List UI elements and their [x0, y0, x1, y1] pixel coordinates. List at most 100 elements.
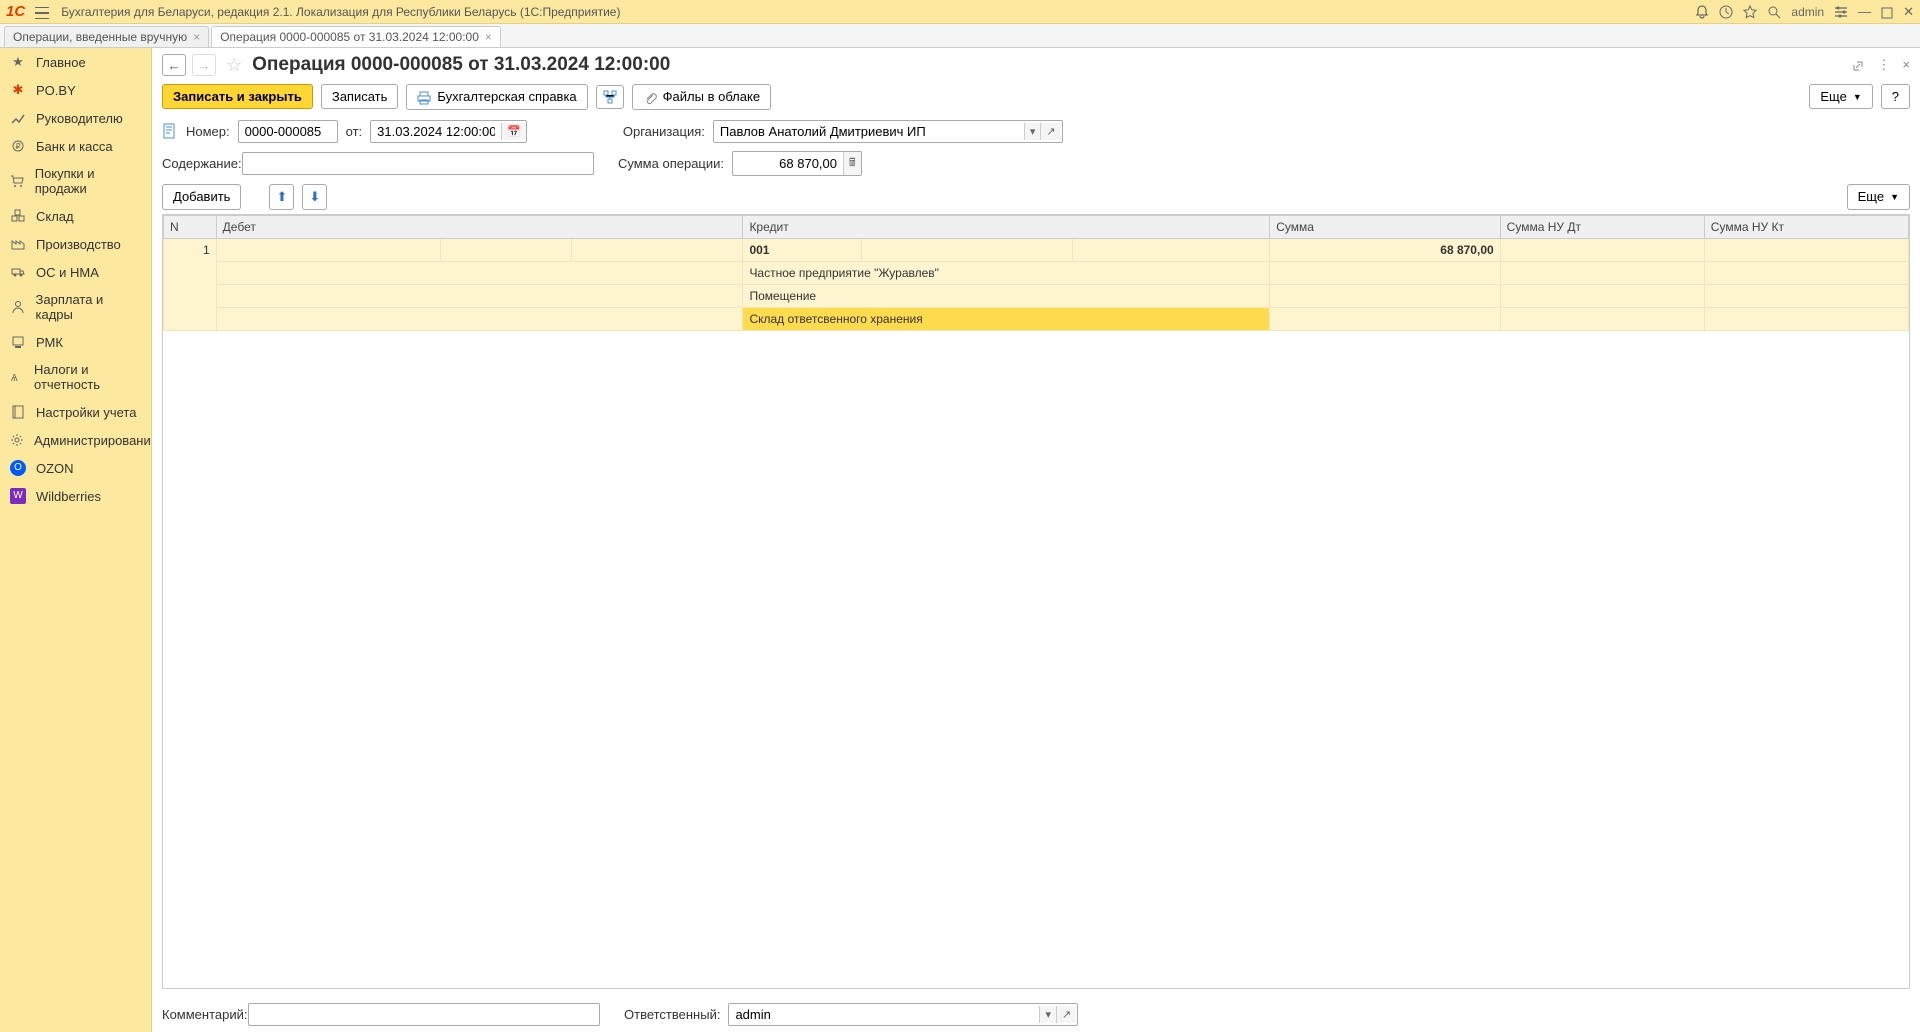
sidebar-item-salary[interactable]: Зарплата и кадры [0, 286, 151, 328]
table-row[interactable]: 1 001 68 870,00 [164, 238, 1909, 261]
sidebar-item-pos[interactable]: РМК [0, 328, 151, 356]
content-input[interactable] [242, 152, 594, 175]
cell-debit-sub2[interactable] [216, 284, 743, 307]
cell-credit-account[interactable]: 001 [743, 238, 862, 261]
star-icon[interactable] [1743, 4, 1757, 20]
cell[interactable] [1704, 284, 1908, 307]
sidebar-item-taxes[interactable]: Ѧ Налоги и отчетность [0, 356, 151, 398]
org-input-wrap: ▾ ↗ [713, 120, 1063, 143]
sidebar-item-wb[interactable]: W Wildberries [0, 482, 151, 510]
number-label: Номер: [186, 124, 230, 139]
help-button[interactable]: ? [1881, 84, 1910, 109]
cell-sum-nu-kt[interactable] [1704, 238, 1908, 261]
dropdown-icon[interactable]: ▾ [1039, 1006, 1056, 1023]
search-icon[interactable] [1767, 4, 1781, 20]
cell-credit-sub2[interactable] [1072, 238, 1270, 261]
cell-debit-sub2[interactable] [572, 238, 743, 261]
history-icon[interactable] [1719, 4, 1733, 20]
col-sum-nu-kt[interactable]: Сумма НУ Кт [1704, 215, 1908, 238]
sidebar-item-main[interactable]: ★ Главное [0, 48, 151, 76]
col-sum-nu-dt[interactable]: Сумма НУ Дт [1500, 215, 1704, 238]
cell[interactable] [1500, 261, 1704, 284]
cell[interactable] [1270, 284, 1500, 307]
sidebar-item-ozon[interactable]: О OZON [0, 454, 151, 482]
sidebar-item-manager[interactable]: Руководителю [0, 104, 151, 132]
cell[interactable] [1270, 261, 1500, 284]
favorite-icon[interactable]: ☆ [226, 55, 242, 76]
more-button[interactable]: Еще ▼ [1809, 84, 1872, 109]
save-close-button[interactable]: Записать и закрыть [162, 84, 313, 109]
save-button[interactable]: Записать [321, 84, 399, 109]
col-n[interactable]: N [164, 215, 217, 238]
sidebar-item-admin[interactable]: Администрирование [0, 426, 151, 454]
close-icon[interactable]: × [1902, 57, 1910, 73]
cell-credit-sub3[interactable]: Склад ответсвенного хранения [743, 307, 1270, 330]
col-sum[interactable]: Сумма [1270, 215, 1500, 238]
maximize-icon[interactable] [1881, 4, 1893, 19]
sidebar-item-label: PO.BY [36, 83, 76, 98]
minimize-icon[interactable]: — [1858, 4, 1871, 19]
back-button[interactable]: ← [162, 54, 186, 76]
comment-input[interactable] [248, 1003, 600, 1026]
table-more-button[interactable]: Еще ▼ [1847, 184, 1910, 210]
cell-n[interactable]: 1 [164, 238, 217, 330]
bell-icon[interactable] [1695, 4, 1709, 20]
cell[interactable] [1704, 307, 1908, 330]
close-icon[interactable]: × [485, 30, 492, 44]
open-icon[interactable]: ↗ [1056, 1006, 1076, 1023]
table-row[interactable]: Помещение [164, 284, 1909, 307]
tab-operations[interactable]: Операции, введенные вручную × [4, 26, 209, 47]
sidebar-item-label: Настройки учета [36, 405, 136, 420]
cell[interactable] [1704, 261, 1908, 284]
open-icon[interactable]: ↗ [1040, 123, 1060, 140]
sidebar-item-poby[interactable]: ✱ PO.BY [0, 76, 151, 104]
col-debit[interactable]: Дебет [216, 215, 743, 238]
username[interactable]: admin [1791, 5, 1824, 19]
tab-operation-current[interactable]: Операция 0000-000085 от 31.03.2024 12:00… [211, 26, 501, 47]
tree-button[interactable] [596, 85, 624, 109]
close-icon[interactable]: × [193, 30, 200, 44]
settings-icon[interactable] [1834, 4, 1848, 20]
number-input[interactable] [238, 120, 338, 143]
accounting-ref-button[interactable]: Бухгалтерская справка [406, 84, 587, 110]
forward-button[interactable]: → [192, 54, 216, 76]
close-app-icon[interactable]: ✕ [1903, 4, 1914, 20]
sidebar-item-production[interactable]: Производство [0, 230, 151, 258]
move-up-button[interactable]: ⬆ [269, 184, 294, 210]
col-credit[interactable]: Кредит [743, 215, 1270, 238]
sidebar-item-warehouse[interactable]: Склад [0, 202, 151, 230]
files-button[interactable]: Файлы в облаке [632, 84, 771, 110]
sidebar-item-label: Wildberries [36, 489, 101, 504]
link-icon[interactable] [1851, 57, 1865, 73]
sidebar-item-bank[interactable]: ₽ Банк и касса [0, 132, 151, 160]
dropdown-icon[interactable]: ▾ [1024, 123, 1041, 140]
sum-input[interactable] [733, 153, 843, 174]
calendar-icon[interactable]: 📅 [501, 123, 526, 140]
cell[interactable] [1270, 307, 1500, 330]
date-input[interactable] [371, 121, 501, 142]
cell-credit-sub2[interactable]: Помещение [743, 284, 1270, 307]
cell-debit-sub[interactable] [440, 238, 572, 261]
cell-debit-sub1[interactable] [216, 261, 743, 284]
responsible-input[interactable] [729, 1004, 1039, 1025]
calculator-icon[interactable]: 🖩 [843, 152, 861, 175]
cell-sum-nu-dt[interactable] [1500, 238, 1704, 261]
app-title: Бухгалтерия для Беларуси, редакция 2.1. … [61, 5, 1685, 19]
cell-credit-sub1[interactable]: Частное предприятие "Журавлев" [743, 261, 1270, 284]
cell-debit-account[interactable] [216, 238, 440, 261]
cell[interactable] [1500, 284, 1704, 307]
cell-debit-sub3[interactable] [216, 307, 743, 330]
more-icon[interactable]: ⋮ [1877, 57, 1890, 73]
sidebar-item-sales[interactable]: Покупки и продажи [0, 160, 151, 202]
menu-icon[interactable] [35, 4, 51, 19]
move-down-button[interactable]: ⬇ [302, 184, 327, 210]
cell-sum[interactable]: 68 870,00 [1270, 238, 1500, 261]
sidebar-item-settings[interactable]: Настройки учета [0, 398, 151, 426]
cell[interactable] [1500, 307, 1704, 330]
add-button[interactable]: Добавить [162, 184, 241, 210]
cell-credit-sub[interactable] [861, 238, 1072, 261]
table-row[interactable]: Частное предприятие "Журавлев" [164, 261, 1909, 284]
table-row[interactable]: Склад ответсвенного хранения [164, 307, 1909, 330]
org-input[interactable] [714, 121, 1024, 142]
sidebar-item-assets[interactable]: ОС и НМА [0, 258, 151, 286]
